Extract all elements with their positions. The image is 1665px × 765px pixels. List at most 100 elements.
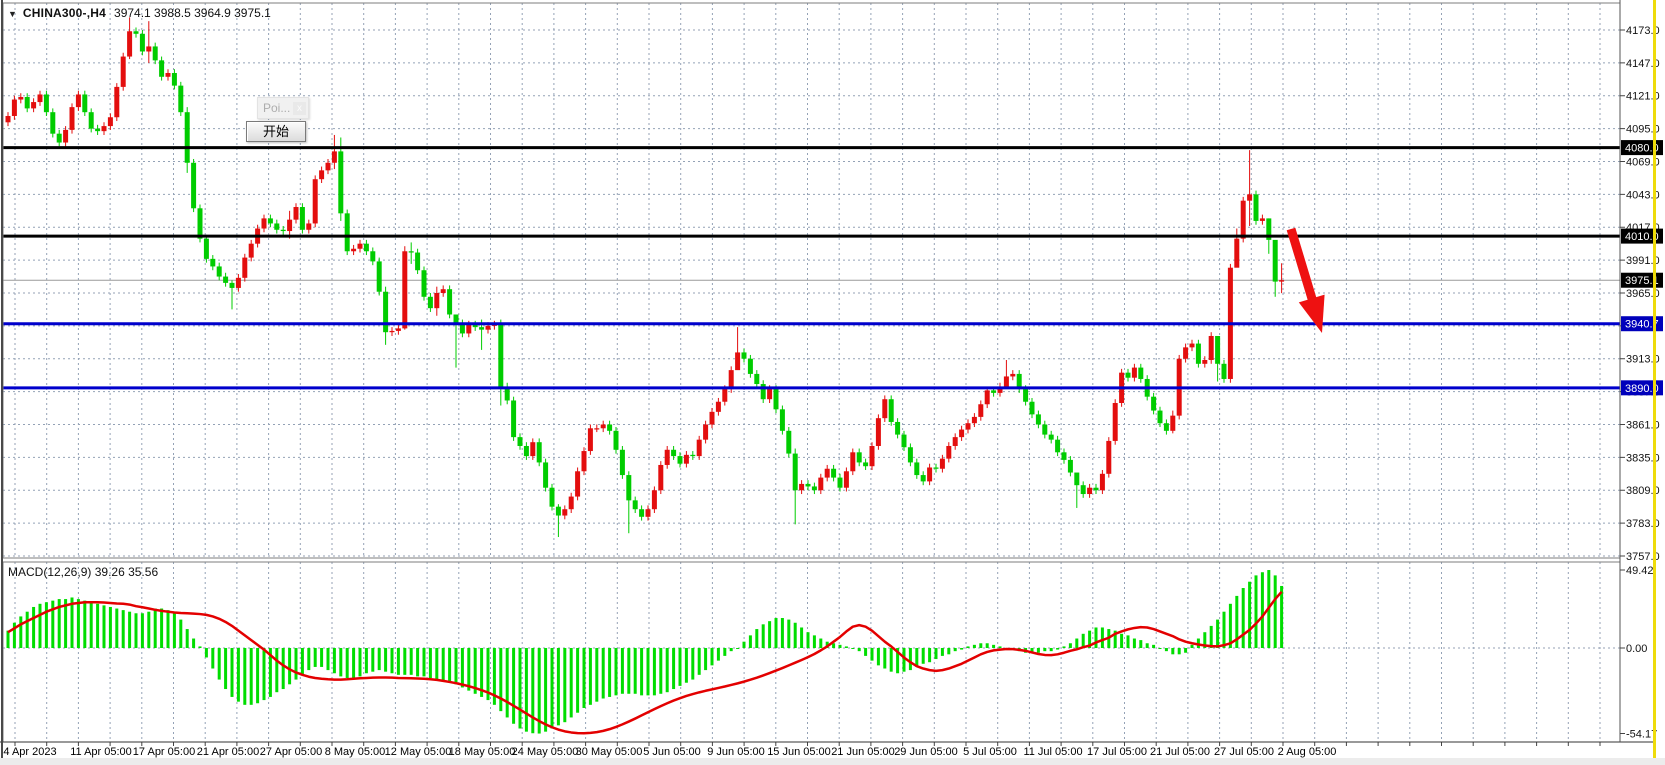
macd-histogram-bar: [794, 623, 797, 648]
macd-histogram-bar: [237, 648, 240, 702]
macd-histogram-bar: [77, 599, 80, 648]
macd-histogram-bar: [947, 648, 950, 654]
time-axis-label: 11 Apr 05:00: [70, 746, 132, 758]
candle-body: [985, 390, 990, 404]
candle-body: [524, 446, 529, 456]
candle-body: [428, 297, 433, 308]
macd-histogram-bar: [1095, 627, 1098, 648]
macd-histogram-bar: [435, 648, 438, 680]
macd-histogram-bar: [96, 604, 99, 648]
macd-histogram-bar: [1255, 575, 1258, 648]
macd-histogram-bar: [141, 613, 144, 648]
candle-body: [876, 418, 881, 446]
candle-body: [562, 509, 567, 515]
macd-histogram-bar: [1280, 586, 1283, 648]
candle-body: [716, 402, 721, 412]
candle-body: [530, 442, 535, 456]
candle-body: [370, 251, 375, 261]
candle-body: [1004, 376, 1009, 386]
macd-histogram-bar: [781, 618, 784, 648]
candle-body: [882, 399, 887, 418]
candle-body: [1068, 460, 1073, 473]
macd-histogram-bar: [743, 642, 746, 648]
macd-histogram-bar: [1274, 575, 1277, 648]
collapse-triangle-icon[interactable]: ▼: [8, 9, 17, 19]
time-axis-label: 18 May 05:00: [449, 746, 516, 758]
candle-body: [262, 218, 267, 228]
macd-histogram-bar: [26, 612, 29, 648]
candle-body: [607, 424, 612, 430]
macd-histogram-bar: [960, 648, 963, 650]
candle-body: [364, 244, 369, 252]
macd-histogram-bar: [691, 648, 694, 680]
candle-body: [748, 359, 753, 374]
macd-histogram-bar: [333, 648, 336, 673]
time-axis-label: 11 Jul 05:00: [1023, 746, 1082, 758]
candle-body: [914, 462, 919, 475]
candle-body: [601, 424, 606, 428]
macd-histogram-bar: [397, 648, 400, 675]
macd-histogram-bar: [384, 648, 387, 672]
macd-histogram-bar: [557, 648, 560, 725]
candle-body: [140, 34, 145, 52]
candle-body: [114, 87, 119, 117]
macd-histogram-bar: [339, 648, 342, 676]
candle-body: [89, 112, 94, 128]
candle-body: [927, 467, 932, 481]
candle-body: [332, 151, 337, 162]
candle-body: [383, 292, 388, 332]
candle-body: [1241, 201, 1246, 239]
macd-histogram-bar: [890, 648, 893, 672]
candle-body: [281, 230, 286, 231]
start-button[interactable]: 开始: [246, 121, 306, 142]
macd-histogram-bar: [525, 648, 528, 732]
macd-histogram-bar: [45, 602, 48, 648]
macd-histogram-bar: [1069, 643, 1072, 648]
candle-body: [863, 462, 868, 466]
candle-body: [447, 289, 452, 314]
trend-arrow-shaft[interactable]: [1291, 229, 1313, 302]
macd-histogram-bar: [730, 648, 733, 651]
macd-histogram-bar: [877, 648, 880, 665]
candle-body: [710, 412, 715, 425]
macd-histogram-bar: [871, 648, 874, 661]
candle-body: [665, 450, 670, 465]
macd-histogram-bar: [1171, 648, 1174, 654]
candle-body: [799, 484, 804, 490]
candle-body: [812, 486, 817, 490]
macd-histogram-bar: [327, 648, 330, 670]
trend-arrow-head[interactable]: [1299, 295, 1325, 333]
candle-body: [396, 328, 401, 331]
macd-histogram-bar: [973, 645, 976, 648]
candle-body: [588, 428, 593, 451]
macd-histogram-bar: [448, 648, 451, 683]
time-axis-label: 21 Jul 05:00: [1150, 746, 1210, 758]
candle-body: [543, 462, 548, 487]
candle-body: [818, 478, 823, 491]
candle-body: [1190, 344, 1195, 348]
macd-histogram-bar: [1120, 634, 1123, 648]
script-popup: Poi... x 开始: [246, 97, 316, 142]
macd-histogram-bar: [39, 604, 42, 648]
candle-body: [838, 478, 843, 488]
close-icon[interactable]: x: [293, 102, 306, 115]
candle-body: [185, 112, 190, 163]
candle-body: [774, 389, 779, 409]
macd-values: 39.26 35.56: [95, 565, 158, 579]
candle-body: [844, 471, 849, 487]
candle-body: [1062, 452, 1067, 460]
candle-body: [1126, 373, 1131, 378]
time-axis-label: 9 Jun 05:00: [707, 746, 765, 758]
candle-body: [1081, 485, 1086, 494]
candle-body: [57, 134, 62, 143]
macd-histogram-bar: [551, 648, 554, 729]
macd-histogram-bar: [186, 629, 189, 648]
candle-body: [1164, 423, 1169, 431]
time-axis-label: 12 May 05:00: [385, 746, 452, 758]
macd-histogram-bar: [167, 610, 170, 648]
candle-body: [134, 31, 139, 34]
candle-body: [1138, 368, 1143, 379]
macd-histogram-bar: [723, 648, 726, 656]
popup-titlebar[interactable]: Poi... x: [257, 97, 309, 119]
macd-histogram-bar: [922, 648, 925, 664]
